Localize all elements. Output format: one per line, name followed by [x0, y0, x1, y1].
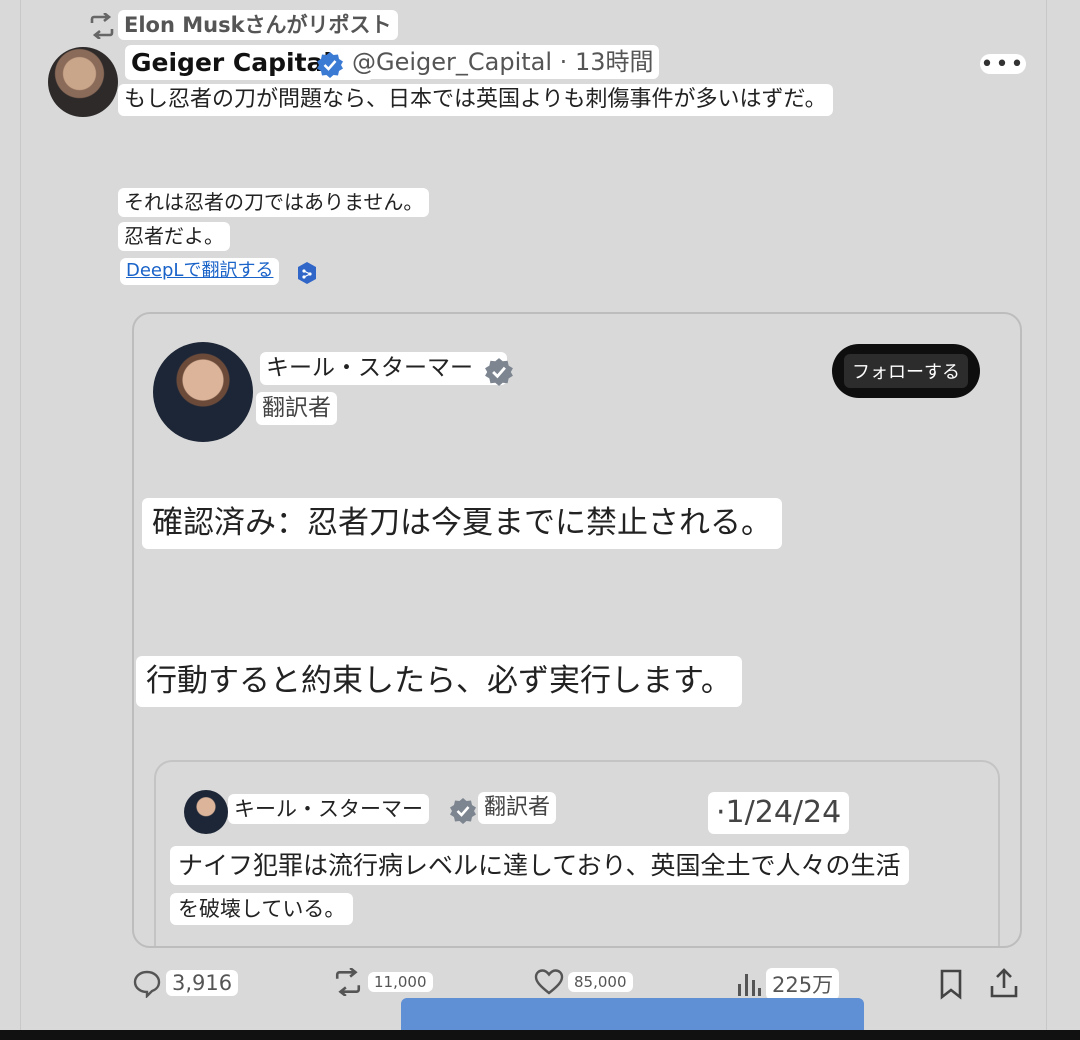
author-handle-timestamp[interactable]: @Geiger_Capital · 13時間: [346, 45, 660, 79]
nested-tweet-text: ナイフ犯罪は流行病レベルに達しており、英国全土で人々の生活: [170, 846, 909, 886]
deepl-icon: [298, 262, 316, 284]
quoted-author-name[interactable]: キール・スターマー: [260, 352, 507, 385]
nested-tweet-date[interactable]: ·1/24/24: [708, 792, 850, 834]
quoted-author-avatar[interactable]: [153, 342, 253, 442]
verified-badge-grey-icon: [450, 798, 476, 824]
nested-author-role: 翻訳者: [478, 792, 557, 824]
quoted-author-role: 翻訳者: [256, 392, 337, 425]
verified-badge-grey-icon: [485, 358, 513, 386]
translate-link[interactable]: DeepLで翻訳する: [120, 258, 280, 285]
retweet-button[interactable]: 11,000: [332, 968, 433, 996]
tweet-text-line: 忍者だよ。: [118, 222, 230, 251]
more-options-button[interactable]: •••: [980, 52, 1026, 77]
reply-icon: [133, 970, 161, 998]
heart-icon: [534, 969, 564, 995]
nested-author-avatar[interactable]: [184, 790, 228, 834]
share-icon[interactable]: [988, 966, 1020, 1000]
frame-divider-right: [1046, 0, 1047, 1030]
quoted-tweet-text: 行動すると約束したら、必ず実行します。: [136, 656, 742, 707]
nested-author-name[interactable]: キール・スターマー: [228, 794, 429, 825]
reply-button[interactable]: 3,916: [132, 968, 239, 998]
retweet-icon: [335, 968, 361, 996]
author-avatar[interactable]: [48, 47, 118, 117]
saved-draft-toast[interactable]: [401, 998, 864, 1032]
tweet-text-line: もし忍者の刀が問題なら、日本では英国よりも刺傷事件が多いはずだ。: [118, 84, 833, 116]
follow-button[interactable]: フォローする: [832, 344, 980, 398]
tweet-text-line: それは忍者の刀ではありません。: [118, 188, 430, 217]
quoted-tweet-text: 確認済み：忍者刀は今夏までに禁止される。: [142, 498, 782, 549]
views-chart-icon: [738, 974, 761, 996]
retweet-count: 11,000: [368, 972, 433, 992]
reposted-by-label[interactable]: Elon Muskさんがリポスト: [118, 10, 398, 41]
like-count: 85,000: [568, 972, 633, 992]
reply-count: 3,916: [166, 970, 239, 996]
follow-button-label: フォローする: [844, 354, 968, 388]
views-count: 225万: [766, 968, 840, 1000]
views-button[interactable]: 225万: [736, 968, 840, 1000]
screen-bottom-edge: [0, 1030, 1080, 1040]
bookmark-icon[interactable]: [938, 968, 964, 1000]
like-button[interactable]: 85,000: [534, 968, 633, 996]
frame-divider-left: [20, 0, 21, 1030]
retweet-icon: [90, 13, 114, 39]
verified-badge-icon: [317, 52, 343, 78]
nested-tweet-text: を破壊している。: [170, 893, 354, 926]
